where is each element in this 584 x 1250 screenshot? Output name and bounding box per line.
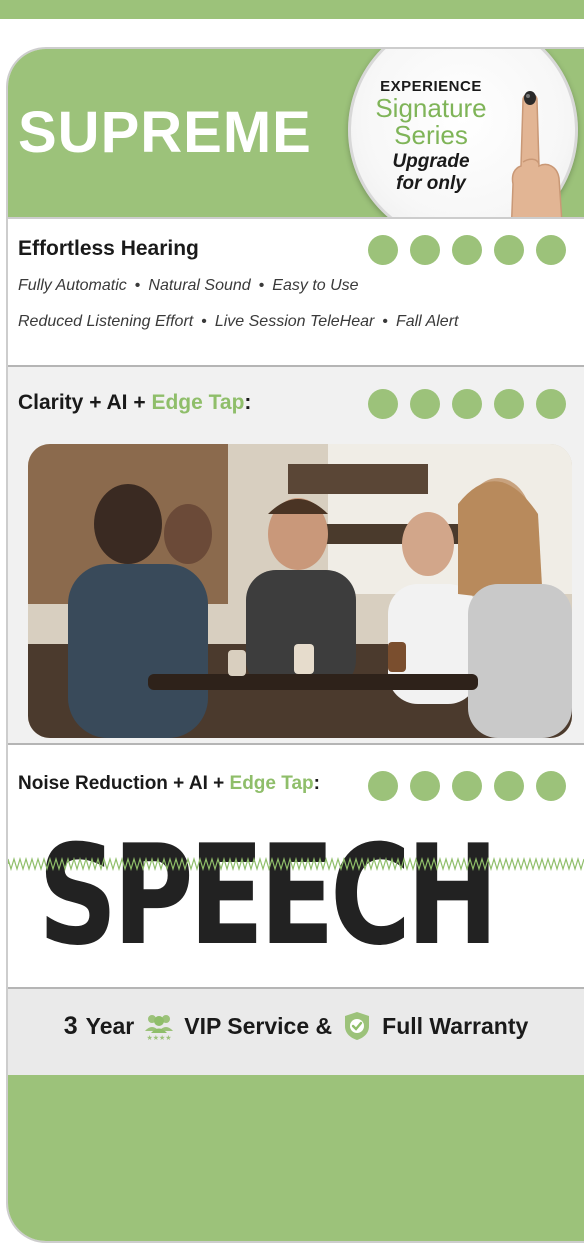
vip-service-label: VIP Service & bbox=[184, 1012, 333, 1039]
tier-title: SUPREME bbox=[18, 100, 312, 165]
cafe-scene-illustration bbox=[28, 444, 572, 738]
rating-dot bbox=[368, 771, 398, 801]
warranty-year-label: Year bbox=[85, 1012, 135, 1039]
rating-dot bbox=[410, 771, 440, 801]
speech-word: SPEECH bbox=[38, 815, 499, 976]
noise-title-accent: Edge Tap bbox=[229, 773, 314, 794]
speech-graphic: SPEECH noise bbox=[8, 815, 584, 1000]
feature-item: Natural Sound bbox=[148, 277, 251, 294]
rating-dot bbox=[494, 235, 524, 265]
friends-cafe-photo bbox=[28, 444, 572, 738]
feature-item: Fall Alert bbox=[395, 313, 459, 330]
effortless-hearing-title: Effortless Hearing bbox=[18, 237, 199, 260]
rating-dot bbox=[536, 389, 566, 419]
rating-dot bbox=[536, 235, 566, 265]
warranty-line: 3 Year ★★★★ VIP Service & Full Warranty bbox=[8, 1011, 584, 1042]
bullet-separator: • bbox=[201, 313, 207, 330]
noise-title-suffix: : bbox=[313, 773, 320, 794]
badge-line-signature: Signature bbox=[375, 93, 487, 123]
bullet-separator: • bbox=[258, 277, 265, 294]
feature-list-row-1: Fully Automatic • Natural Sound • Easy to Us… bbox=[18, 277, 359, 295]
clarity-rating-dots bbox=[368, 389, 566, 419]
feature-list-row-2: Reduced Listening Effort • Live Session Te… bbox=[18, 313, 458, 331]
effortless-rating-dots bbox=[368, 235, 566, 265]
top-accent-strip bbox=[0, 0, 584, 19]
vip-people-icon: ★★★★ bbox=[142, 1011, 176, 1041]
clarity-title: Clarity + AI + Edge Tap: bbox=[18, 391, 251, 415]
noise-reduction-title: Noise Reduction + AI + Edge Tap: bbox=[18, 773, 320, 795]
feature-item: Live Session TeleHear bbox=[214, 313, 375, 330]
card-footer bbox=[8, 1075, 584, 1241]
rating-dot bbox=[368, 235, 398, 265]
feature-item: Easy to Use bbox=[272, 277, 359, 294]
badge-line-series: Series bbox=[394, 120, 468, 151]
rating-dot bbox=[494, 771, 524, 801]
badge-line-upgrade: Upgrade bbox=[392, 150, 470, 172]
bullet-separator: • bbox=[134, 277, 141, 294]
warranty-years: 3 bbox=[63, 1011, 78, 1040]
clarity-title-suffix: : bbox=[244, 391, 252, 414]
noise-wave-graphic bbox=[8, 857, 584, 871]
shield-check-icon bbox=[340, 1011, 374, 1041]
badge-text: EXPERIENCE Signature Series Upgrade for … bbox=[351, 78, 511, 193]
rating-dot bbox=[368, 389, 398, 419]
clarity-section: Clarity + AI + Edge Tap: bbox=[8, 365, 584, 743]
clarity-title-prefix: Clarity + AI + bbox=[18, 391, 152, 414]
svg-text:★★★★: ★★★★ bbox=[147, 1034, 172, 1041]
feature-item: Reduced Listening Effort bbox=[18, 313, 194, 330]
noise-reduction-section: Noise Reduction + AI + Edge Tap: SPEECH … bbox=[8, 743, 584, 1000]
rating-dot bbox=[452, 235, 482, 265]
noise-title-prefix: Noise Reduction + AI + bbox=[18, 773, 230, 794]
rating-dot bbox=[410, 389, 440, 419]
rating-dot bbox=[410, 235, 440, 265]
feature-item: Fully Automatic bbox=[18, 277, 127, 294]
effortless-hearing-section: Effortless Hearing Fully Automatic • Natur… bbox=[8, 217, 584, 365]
noise-rating-dots bbox=[368, 771, 566, 801]
clarity-title-accent: Edge Tap bbox=[151, 391, 245, 414]
finger-with-hearing-aid-icon bbox=[510, 91, 564, 238]
rating-dot bbox=[536, 771, 566, 801]
bullet-separator: • bbox=[382, 313, 388, 330]
warranty-section: 3 Year ★★★★ VIP Service & Full Warranty bbox=[8, 987, 584, 1075]
full-warranty-label: Full Warranty bbox=[382, 1012, 529, 1039]
rating-dot bbox=[452, 389, 482, 419]
badge-line-for-only: for only bbox=[396, 172, 466, 194]
rating-dot bbox=[452, 771, 482, 801]
rating-dot bbox=[494, 389, 524, 419]
product-tier-card: SUPREME EXPERIENCE Signature Series Upgr… bbox=[6, 47, 584, 1243]
